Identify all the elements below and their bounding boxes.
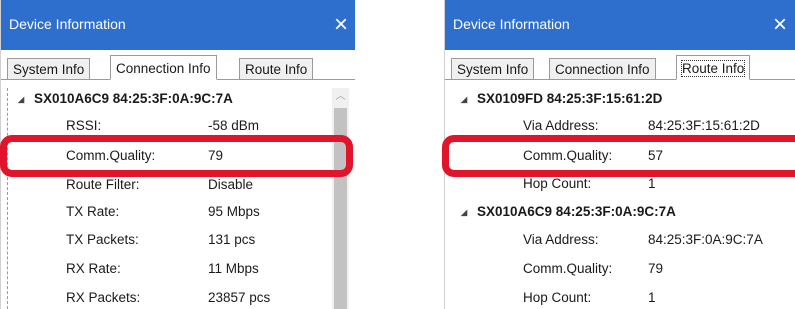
vertical-scrollbar[interactable]: ︿ <box>332 88 349 309</box>
row-value: Disable <box>208 177 254 192</box>
tab-route-info[interactable]: Route Info <box>239 58 314 80</box>
tree-node-device[interactable]: ◢ SX010A6C9 84:25:3F:0A:9C:7A <box>461 201 676 223</box>
row-key: RX Packets: <box>66 290 141 305</box>
row-value: 11 Mbps <box>208 261 259 276</box>
row-key: Hop Count: <box>523 290 592 305</box>
tab-connection-info[interactable]: Connection Info <box>110 55 217 80</box>
tab-system-info[interactable]: System Info <box>451 58 535 80</box>
row-key: TX Rate: <box>66 204 120 219</box>
window-title: Device Information <box>9 16 126 32</box>
row-value: 1 <box>648 290 656 305</box>
window-title: Device Information <box>453 16 570 32</box>
row-value: -58 dBm <box>208 118 260 133</box>
tab-connection-info[interactable]: Connection Info <box>549 58 656 80</box>
tab-strip: System Info Connection Info Route Info <box>445 55 795 80</box>
tab-route-info[interactable]: Route Info <box>676 55 751 80</box>
expander-arrow-icon[interactable]: ◢ <box>18 89 30 111</box>
highlight-outline-right <box>442 135 795 177</box>
tab-strip: System Info Connection Info Route Info <box>1 55 355 80</box>
row-value: 79 <box>648 261 664 276</box>
title-bar: Device Information × <box>1 0 355 50</box>
row-value: 23857 pcs <box>208 290 271 305</box>
row-value: 131 pcs <box>208 232 256 247</box>
expander-arrow-icon[interactable]: ◢ <box>461 202 473 224</box>
close-icon[interactable]: × <box>765 10 795 40</box>
highlight-outline-left <box>0 135 353 177</box>
node-title: SX010A6C9 84:25:3F:0A:9C:7A <box>34 91 233 106</box>
row-value: 84:25:3F:0A:9C:7A <box>648 232 763 247</box>
title-bar: Device Information × <box>445 0 795 50</box>
scroll-up-arrow-icon[interactable]: ︿ <box>332 88 349 105</box>
row-value: 84:25:3F:15:61:2D <box>648 118 760 133</box>
close-icon[interactable]: × <box>326 10 356 40</box>
tree-node-device[interactable]: ◢ SX0109FD 84:25:3F:15:61:2D <box>461 88 662 110</box>
row-key: RSSI: <box>66 118 102 133</box>
route-tree[interactable]: ◢ SX0109FD 84:25:3F:15:61:2D Via Address:… <box>451 88 789 309</box>
expander-arrow-icon[interactable]: ◢ <box>461 89 473 111</box>
node-title: SX010A6C9 84:25:3F:0A:9C:7A <box>477 204 676 219</box>
row-value: 95 Mbps <box>208 204 260 219</box>
row-key: Route Filter: <box>66 177 140 192</box>
row-key: TX Packets: <box>66 232 139 247</box>
row-key: RX Rate: <box>66 261 121 276</box>
tree-node-device[interactable]: ◢ SX010A6C9 84:25:3F:0A:9C:7A <box>18 88 233 110</box>
row-key: Via Address: <box>523 232 599 247</box>
row-key: Via Address: <box>523 118 599 133</box>
device-tree[interactable]: ◢ SX010A6C9 84:25:3F:0A:9C:7A RSSI: -58 d… <box>7 88 349 309</box>
node-title: SX0109FD 84:25:3F:15:61:2D <box>477 91 663 106</box>
tab-system-info[interactable]: System Info <box>7 58 91 80</box>
row-key: Comm.Quality: <box>523 261 613 276</box>
